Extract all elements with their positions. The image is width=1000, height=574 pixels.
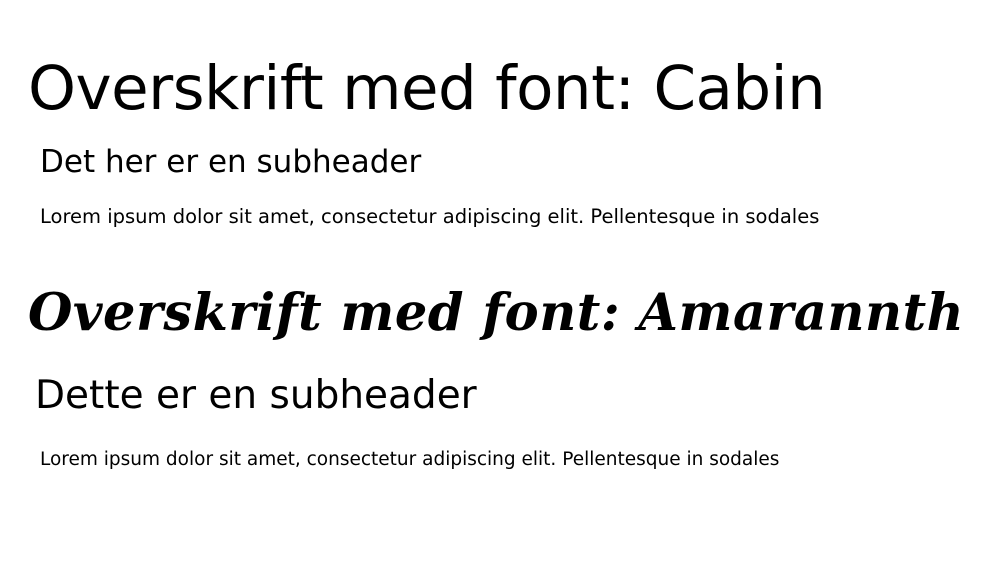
- amaranth-subheader: Dette er en subheader: [35, 373, 477, 418]
- amaranth-body-text: Lorem ipsum dolor sit amet, consectetur …: [40, 449, 780, 470]
- cabin-heading: Overskrift med font: Cabin: [28, 53, 826, 124]
- cabin-body-text: Lorem ipsum dolor sit amet, consectetur …: [40, 205, 820, 228]
- amaranth-heading: Overskrift med font: Amarannth: [28, 283, 965, 343]
- cabin-subheader: Det her er en subheader: [40, 144, 422, 180]
